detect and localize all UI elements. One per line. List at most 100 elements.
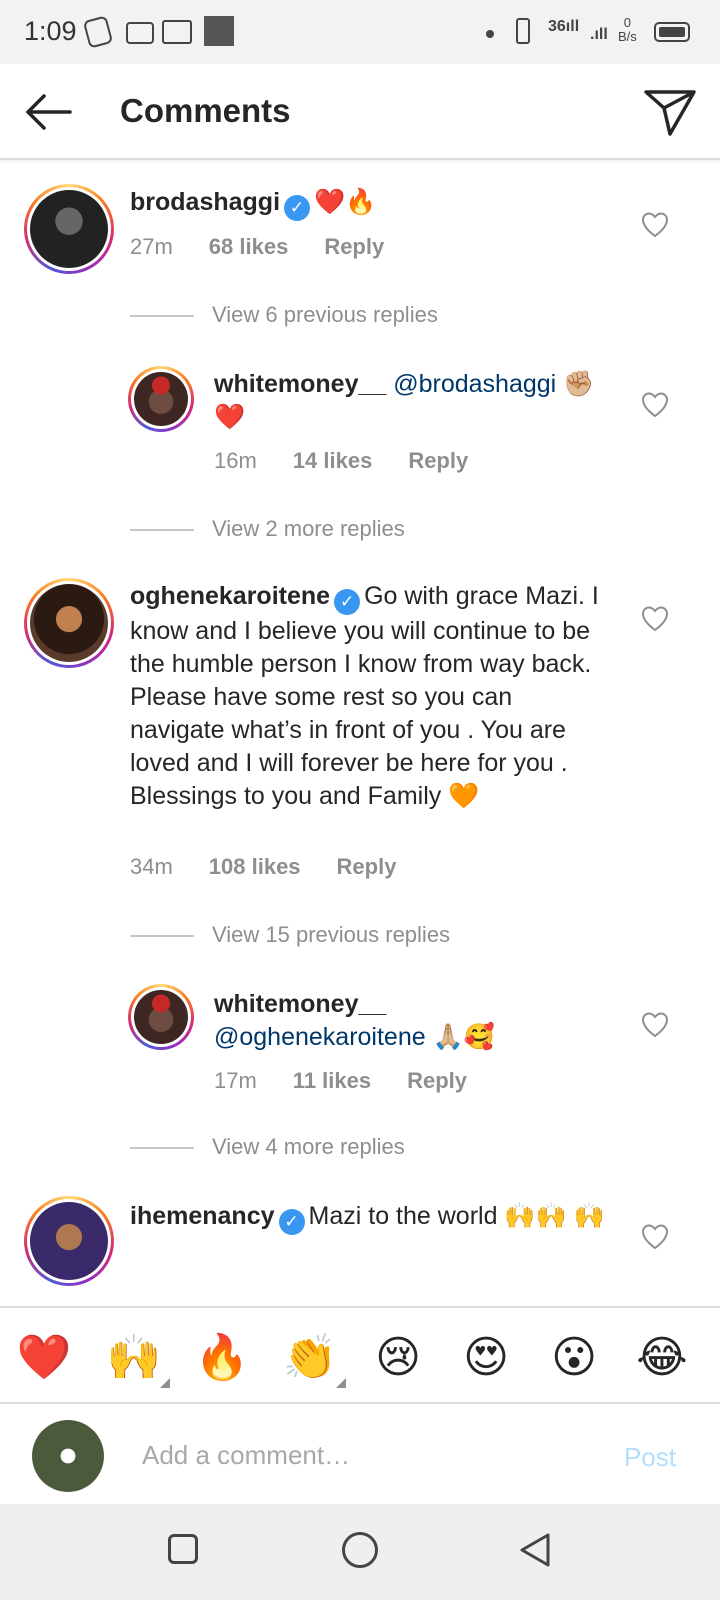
view-previous-replies[interactable]: View 15 previous replies bbox=[130, 922, 450, 948]
reply-button[interactable]: Reply bbox=[407, 1068, 467, 1093]
heart-outline-icon[interactable] bbox=[640, 604, 670, 634]
comment-text: brodashaggi ✓ ❤️🔥 bbox=[130, 186, 620, 221]
speed-value: 0 bbox=[623, 15, 632, 30]
emoji-clap[interactable]: 👏 bbox=[280, 1332, 346, 1388]
mention-link[interactable]: @brodashaggi bbox=[393, 370, 556, 398]
comment-text: oghenekaroitene ✓ Go with grace Mazi. I kn… bbox=[130, 580, 610, 813]
reply-text: whitemoney__ @oghenekaroitene 🙏🏼🥰 bbox=[214, 988, 624, 1054]
status-time: 1:09 bbox=[24, 16, 77, 46]
avatar[interactable] bbox=[24, 578, 114, 668]
heart-outline-icon[interactable] bbox=[640, 210, 670, 240]
avatar-image bbox=[30, 190, 108, 268]
mail-icon bbox=[162, 20, 192, 44]
comment-username[interactable]: oghenekaroitene bbox=[130, 582, 330, 610]
reply-button[interactable]: Reply bbox=[408, 448, 468, 473]
view-replies-label: View 2 more replies bbox=[212, 516, 405, 541]
link-icon bbox=[82, 15, 114, 49]
net-speed: 0 B/s bbox=[618, 16, 637, 44]
divider-line bbox=[130, 935, 194, 937]
emoji-glyph: 🙌 bbox=[106, 1333, 162, 1382]
paper-plane-icon bbox=[644, 90, 696, 136]
avatar[interactable] bbox=[24, 1196, 114, 1286]
system-nav-bar bbox=[0, 1504, 720, 1600]
mention-link[interactable]: @oghenekaroitene bbox=[214, 1023, 426, 1051]
emoji-heart-eyes[interactable]: 😍 bbox=[456, 1332, 516, 1384]
heart-outline-icon[interactable] bbox=[640, 1010, 670, 1040]
view-replies-label: View 6 previous replies bbox=[212, 302, 438, 327]
comment-username[interactable]: ihemenancy bbox=[130, 1202, 275, 1230]
reply-likes[interactable]: 14 likes bbox=[293, 448, 373, 473]
divider-line bbox=[130, 315, 194, 317]
reply-meta: 16m 14 likes Reply bbox=[214, 448, 504, 474]
divider-line bbox=[130, 1147, 194, 1149]
comment-meta: 34m 108 likes Reply bbox=[130, 854, 432, 880]
view-replies-label: View 15 previous replies bbox=[212, 922, 451, 947]
avatar[interactable] bbox=[128, 984, 194, 1050]
direct-message-button[interactable] bbox=[642, 86, 698, 138]
comment-input[interactable] bbox=[142, 1430, 582, 1480]
skin-tone-indicator-icon bbox=[336, 1378, 346, 1388]
comment-compose-bar: Post bbox=[0, 1402, 720, 1504]
signal-icon: 36ıll bbox=[548, 18, 580, 35]
view-more-replies[interactable]: View 2 more replies bbox=[130, 516, 405, 542]
post-button[interactable]: Post bbox=[624, 1442, 676, 1473]
dot-icon bbox=[486, 30, 494, 38]
comment-meta: 27m 68 likes Reply bbox=[130, 234, 420, 260]
reply-text: whitemoney__ @brodashaggi ✊🏼 ❤️ bbox=[214, 368, 624, 434]
emoji-raised-hands[interactable]: 🙌 bbox=[104, 1332, 170, 1388]
reply-button[interactable]: Reply bbox=[337, 854, 397, 879]
heart-outline-icon[interactable] bbox=[640, 390, 670, 420]
header: Comments bbox=[0, 64, 720, 160]
reply-likes[interactable]: 11 likes bbox=[293, 1068, 371, 1093]
comment-time: 34m bbox=[130, 854, 173, 879]
reply-meta: 17m 11 likes Reply bbox=[214, 1068, 503, 1094]
emoji-cry[interactable]: 😢 bbox=[368, 1332, 428, 1384]
reply-username[interactable]: whitemoney__ bbox=[214, 370, 386, 398]
page-title: Comments bbox=[120, 92, 291, 129]
back-triangle-icon[interactable] bbox=[518, 1532, 552, 1568]
view-previous-replies[interactable]: View 6 previous replies bbox=[130, 302, 438, 328]
battery-icon bbox=[654, 22, 690, 42]
comments-list[interactable]: brodashaggi ✓ ❤️🔥 27m 68 likes Reply View 6 … bbox=[0, 162, 720, 1306]
emoji-glyph: 👏 bbox=[282, 1333, 338, 1382]
comment-body: Go with grace Mazi. I know and I believe… bbox=[130, 582, 599, 810]
emoji-fire[interactable]: 🔥 bbox=[192, 1332, 252, 1384]
notification-square-icon bbox=[204, 16, 234, 46]
verified-badge-icon: ✓ bbox=[284, 195, 311, 221]
back-button[interactable] bbox=[20, 88, 76, 136]
signal-2-icon: .ıll bbox=[590, 26, 608, 43]
emoji-heart[interactable]: ❤️ bbox=[14, 1332, 74, 1384]
avatar[interactable] bbox=[24, 184, 114, 274]
comment-likes[interactable]: 68 likes bbox=[209, 234, 289, 259]
status-bar: 1:09 36ıll .ıll 0 B/s bbox=[0, 0, 720, 64]
speed-unit: B/s bbox=[618, 29, 637, 44]
verified-badge-icon: ✓ bbox=[334, 589, 361, 615]
view-more-replies[interactable]: View 4 more replies bbox=[130, 1134, 405, 1160]
avatar-image bbox=[134, 372, 188, 426]
home-icon[interactable] bbox=[342, 1532, 378, 1568]
reply-body: 🙏🏼🥰 bbox=[432, 1023, 495, 1051]
avatar-image bbox=[30, 1202, 108, 1280]
reply-username[interactable]: whitemoney__ bbox=[214, 990, 386, 1018]
comment-likes[interactable]: 108 likes bbox=[209, 854, 301, 879]
comment-body: Mazi to the world 🙌🙌 🙌 bbox=[308, 1202, 605, 1230]
emoji-laugh-cry[interactable]: 😂 bbox=[632, 1332, 692, 1384]
skin-tone-indicator-icon bbox=[160, 1378, 170, 1388]
reply-time: 16m bbox=[214, 448, 257, 473]
heart-outline-icon[interactable] bbox=[640, 1222, 670, 1252]
reply-button[interactable]: Reply bbox=[324, 234, 384, 259]
comment-time: 27m bbox=[130, 234, 173, 259]
network-label: 36 bbox=[548, 18, 566, 35]
reply-time: 17m bbox=[214, 1068, 257, 1093]
avatar[interactable] bbox=[128, 366, 194, 432]
verified-badge-icon: ✓ bbox=[278, 1209, 305, 1235]
arrow-left-icon bbox=[26, 94, 72, 130]
recent-apps-icon[interactable] bbox=[168, 1534, 198, 1564]
view-replies-label: View 4 more replies bbox=[212, 1134, 405, 1159]
vibrate-icon bbox=[516, 18, 530, 44]
emoji-reaction-bar: ❤️ 🙌 🔥 👏 😢 😍 😮 😂 bbox=[0, 1306, 720, 1402]
divider-line bbox=[130, 529, 194, 531]
comment-text: ihemenancy ✓ Mazi to the world 🙌🙌 🙌 bbox=[130, 1200, 620, 1235]
emoji-surprised[interactable]: 😮 bbox=[544, 1332, 604, 1384]
comment-username[interactable]: brodashaggi bbox=[130, 188, 280, 216]
